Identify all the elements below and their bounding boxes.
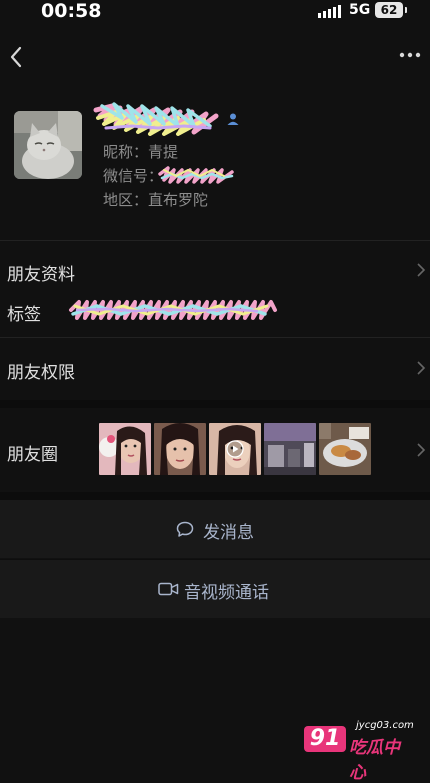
- region-value: 直布罗陀: [148, 191, 209, 209]
- section-separator: [0, 400, 430, 408]
- moments-photo[interactable]: [319, 423, 371, 475]
- nav-bar: [0, 38, 430, 78]
- nickname-line: 昵称：青提: [103, 141, 178, 162]
- status-time: 00:58: [41, 0, 102, 22]
- send-message-button[interactable]: 发消息: [0, 500, 430, 558]
- network-type: 5G: [349, 2, 371, 18]
- redacted-wechat-id-scribble: [158, 166, 234, 184]
- tags-label: 标签: [7, 305, 41, 325]
- back-icon[interactable]: [6, 44, 28, 70]
- nickname-label: 昵称：: [103, 143, 149, 161]
- region-line: 地区：直布罗陀: [103, 189, 208, 210]
- divider: [0, 240, 430, 241]
- redacted-tags-scribble: [69, 300, 277, 320]
- chevron-right-icon: [417, 443, 426, 457]
- person-icon: [227, 113, 239, 125]
- battery-icon: 62: [375, 2, 407, 18]
- video-call-label: 音视频通话: [184, 583, 269, 603]
- wechat-id-line: 微信号：: [103, 165, 163, 186]
- cat-avatar-image: [14, 111, 82, 179]
- send-message-label: 发消息: [203, 523, 254, 543]
- moments-label: 朋友圈: [7, 445, 58, 465]
- friend-permissions-label: 朋友权限: [7, 363, 75, 383]
- chevron-right-icon: [417, 361, 426, 375]
- watermark-url: jycg03.com: [356, 720, 414, 731]
- moments-video[interactable]: [209, 423, 261, 475]
- chevron-right-icon: [417, 263, 426, 277]
- region-label: 地区：: [103, 191, 149, 209]
- moments-photo[interactable]: [264, 423, 316, 475]
- nickname-value: 青提: [148, 143, 179, 161]
- chat-bubble-icon: [176, 521, 194, 537]
- redacted-nickname-scribble: [93, 102, 219, 136]
- avatar[interactable]: [14, 111, 82, 179]
- profile-header: 昵称：青提 微信号： 地区：直布罗陀: [0, 96, 430, 236]
- more-icon[interactable]: [398, 48, 422, 62]
- moments-photo[interactable]: [154, 423, 206, 475]
- signal-icon: [318, 5, 342, 18]
- friend-permissions-row[interactable]: 朋友权限: [0, 338, 430, 400]
- battery-level: 62: [380, 3, 398, 17]
- wechat-id-label: 微信号：: [103, 167, 164, 185]
- status-bar: 00:58 5G 62: [0, 0, 430, 24]
- play-icon: [226, 440, 244, 458]
- friend-profile-label: 朋友资料: [7, 265, 75, 285]
- watermark-name: 吃瓜中心: [349, 738, 400, 783]
- video-camera-icon: [158, 582, 179, 596]
- watermark-number: 91: [304, 726, 346, 752]
- friend-profile-row[interactable]: 朋友资料: [0, 248, 430, 292]
- moments-photo[interactable]: [99, 423, 151, 475]
- site-watermark: 91 jycg03.com 吃瓜中心: [304, 720, 414, 783]
- video-call-button[interactable]: 音视频通话: [0, 560, 430, 618]
- moments-thumbnails: [99, 423, 373, 475]
- section-separator: [0, 492, 430, 500]
